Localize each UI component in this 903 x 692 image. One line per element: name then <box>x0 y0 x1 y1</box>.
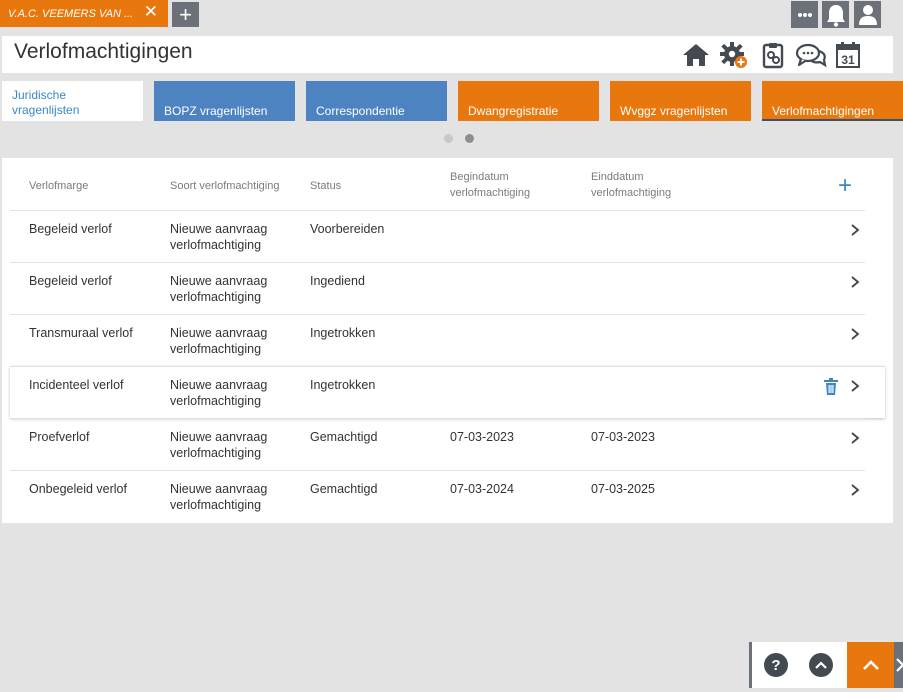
tile-label: Wvggz vragenlijsten <box>620 104 728 118</box>
cell-status: Ingediend <box>310 274 365 288</box>
tile-label: Correspondentie <box>316 104 405 118</box>
cell-soort: Nieuwe aanvraag verlofmachtiging <box>170 326 268 356</box>
cell-verlofmarge: Proefverlof <box>29 430 90 444</box>
cell-soort: Nieuwe aanvraag verlofmachtiging <box>170 274 268 304</box>
settings-add-icon[interactable] <box>720 41 748 69</box>
chevron-right-icon[interactable] <box>849 379 861 393</box>
tile-correspondentie[interactable]: Correspondentie <box>306 81 447 121</box>
chevron-up-icon <box>815 661 827 669</box>
cell-verlofmarge: Begeleid verlof <box>29 222 112 236</box>
verlofmachtigingen-table: Verlofmarge Soort verlofmachtiging Statu… <box>2 158 893 523</box>
home-icon[interactable] <box>682 41 710 69</box>
chevron-right-icon[interactable] <box>849 327 861 341</box>
cell-status: Ingetrokken <box>310 326 376 340</box>
chat-icon[interactable] <box>795 41 827 69</box>
close-icon[interactable]: ✕ <box>144 2 158 22</box>
cell-verlofmarge: Incidenteel verlof <box>29 378 124 392</box>
cell-status: Gemachtigd <box>310 430 378 444</box>
expand-toolbar-button[interactable] <box>894 642 903 688</box>
tile-bopz-vragenlijsten[interactable]: BOPZ vragenlijsten <box>154 81 295 121</box>
tile-juridische-vragenlijsten[interactable]: Juridische vragenlijsten <box>2 81 143 121</box>
column-header-einddatum: Einddatum verlofmachtiging <box>591 171 672 199</box>
tile-verlofmachtigingen[interactable]: Verlofmachtigingen <box>762 81 903 121</box>
cell-status: Gemachtigd <box>310 482 378 496</box>
calendar-icon[interactable]: 31 <box>834 41 862 69</box>
table-row[interactable]: Begeleid verlof Nieuwe aanvraag verlofmac… <box>10 262 865 314</box>
chevron-right-icon[interactable] <box>849 223 861 237</box>
chevron-right-icon[interactable] <box>849 275 861 289</box>
cell-begindatum: 07-03-2024 <box>450 482 514 496</box>
notifications-button[interactable] <box>822 1 849 28</box>
trash-icon[interactable] <box>823 378 839 396</box>
table-row[interactable]: Begeleid verlof Nieuwe aanvraag verlofmac… <box>10 210 865 262</box>
column-header-verlofmarge: Verlofmarge <box>29 180 89 192</box>
column-header-status: Status <box>310 180 342 192</box>
chevron-right-icon[interactable] <box>849 483 861 497</box>
user-button[interactable] <box>854 1 881 28</box>
cell-soort: Nieuwe aanvraag verlofmachtiging <box>170 378 268 408</box>
tile-label: BOPZ vragenlijsten <box>164 104 268 118</box>
cell-soort: Nieuwe aanvraag verlofmachtiging <box>170 222 268 252</box>
page-header: Verlofmachtigingen 31 <box>2 36 893 73</box>
cell-einddatum: 07-03-2025 <box>591 482 655 496</box>
chevron-right-icon[interactable] <box>849 431 861 445</box>
scroll-up-button[interactable] <box>809 653 833 677</box>
tile-dwangregistratie[interactable]: Dwangregistratie <box>458 81 599 121</box>
cell-soort: Nieuwe aanvraag verlofmachtiging <box>170 430 268 460</box>
more-button[interactable] <box>791 1 818 28</box>
clipboard-icon[interactable] <box>759 41 787 69</box>
cell-status: Voorbereiden <box>310 222 385 236</box>
calendar-day-label: 31 <box>841 53 855 67</box>
table-row[interactable]: Incidenteel verlof Nieuwe aanvraag verlof… <box>10 366 885 418</box>
add-tab-button[interactable]: + <box>172 2 199 27</box>
table-row[interactable]: Proefverlof Nieuwe aanvraag verlofmachtig… <box>10 418 865 470</box>
tile-label: Verlofmachtigingen <box>772 104 875 118</box>
bottom-toolbar: ? <box>749 642 903 688</box>
bell-icon <box>826 4 845 27</box>
cell-soort: Nieuwe aanvraag verlofmachtiging <box>170 482 268 512</box>
cell-status: Ingetrokken <box>310 378 376 392</box>
page-title: Verlofmachtigingen <box>14 40 193 63</box>
cell-verlofmarge: Transmuraal verlof <box>29 326 133 340</box>
table-row[interactable]: Transmuraal verlof Nieuwe aanvraag verlof… <box>10 314 865 366</box>
carousel-dot-2[interactable] <box>465 134 474 143</box>
help-button[interactable]: ? <box>764 653 788 677</box>
carousel-dot-1[interactable] <box>444 134 453 143</box>
client-tab-label: V.A.C. VEEMERS VAN ... <box>8 7 134 20</box>
cell-einddatum: 07-03-2023 <box>591 430 655 444</box>
collapse-button[interactable] <box>847 642 894 688</box>
column-header-begindatum: Begindatum verlofmachtiging <box>450 171 531 199</box>
tile-wvggz-vragenlijsten[interactable]: Wvggz vragenlijsten <box>610 81 751 121</box>
chevron-up-icon <box>862 659 879 670</box>
user-icon <box>858 4 877 25</box>
column-header-soort: Soort verlofmachtiging <box>170 180 280 192</box>
more-icon <box>797 12 812 17</box>
cell-verlofmarge: Begeleid verlof <box>29 274 112 288</box>
chevron-right-icon <box>896 658 903 672</box>
tile-label: Juridische vragenlijsten <box>12 88 80 117</box>
cell-verlofmarge: Onbegeleid verlof <box>29 482 127 496</box>
tile-label: Dwangregistratie <box>468 104 559 118</box>
table-row[interactable]: Onbegeleid verlof Nieuwe aanvraag verlofm… <box>10 470 865 522</box>
client-tab[interactable]: V.A.C. VEEMERS VAN ... ✕ <box>0 0 168 27</box>
add-verlofmachtiging-button[interactable]: + <box>838 174 852 198</box>
cell-begindatum: 07-03-2023 <box>450 430 514 444</box>
